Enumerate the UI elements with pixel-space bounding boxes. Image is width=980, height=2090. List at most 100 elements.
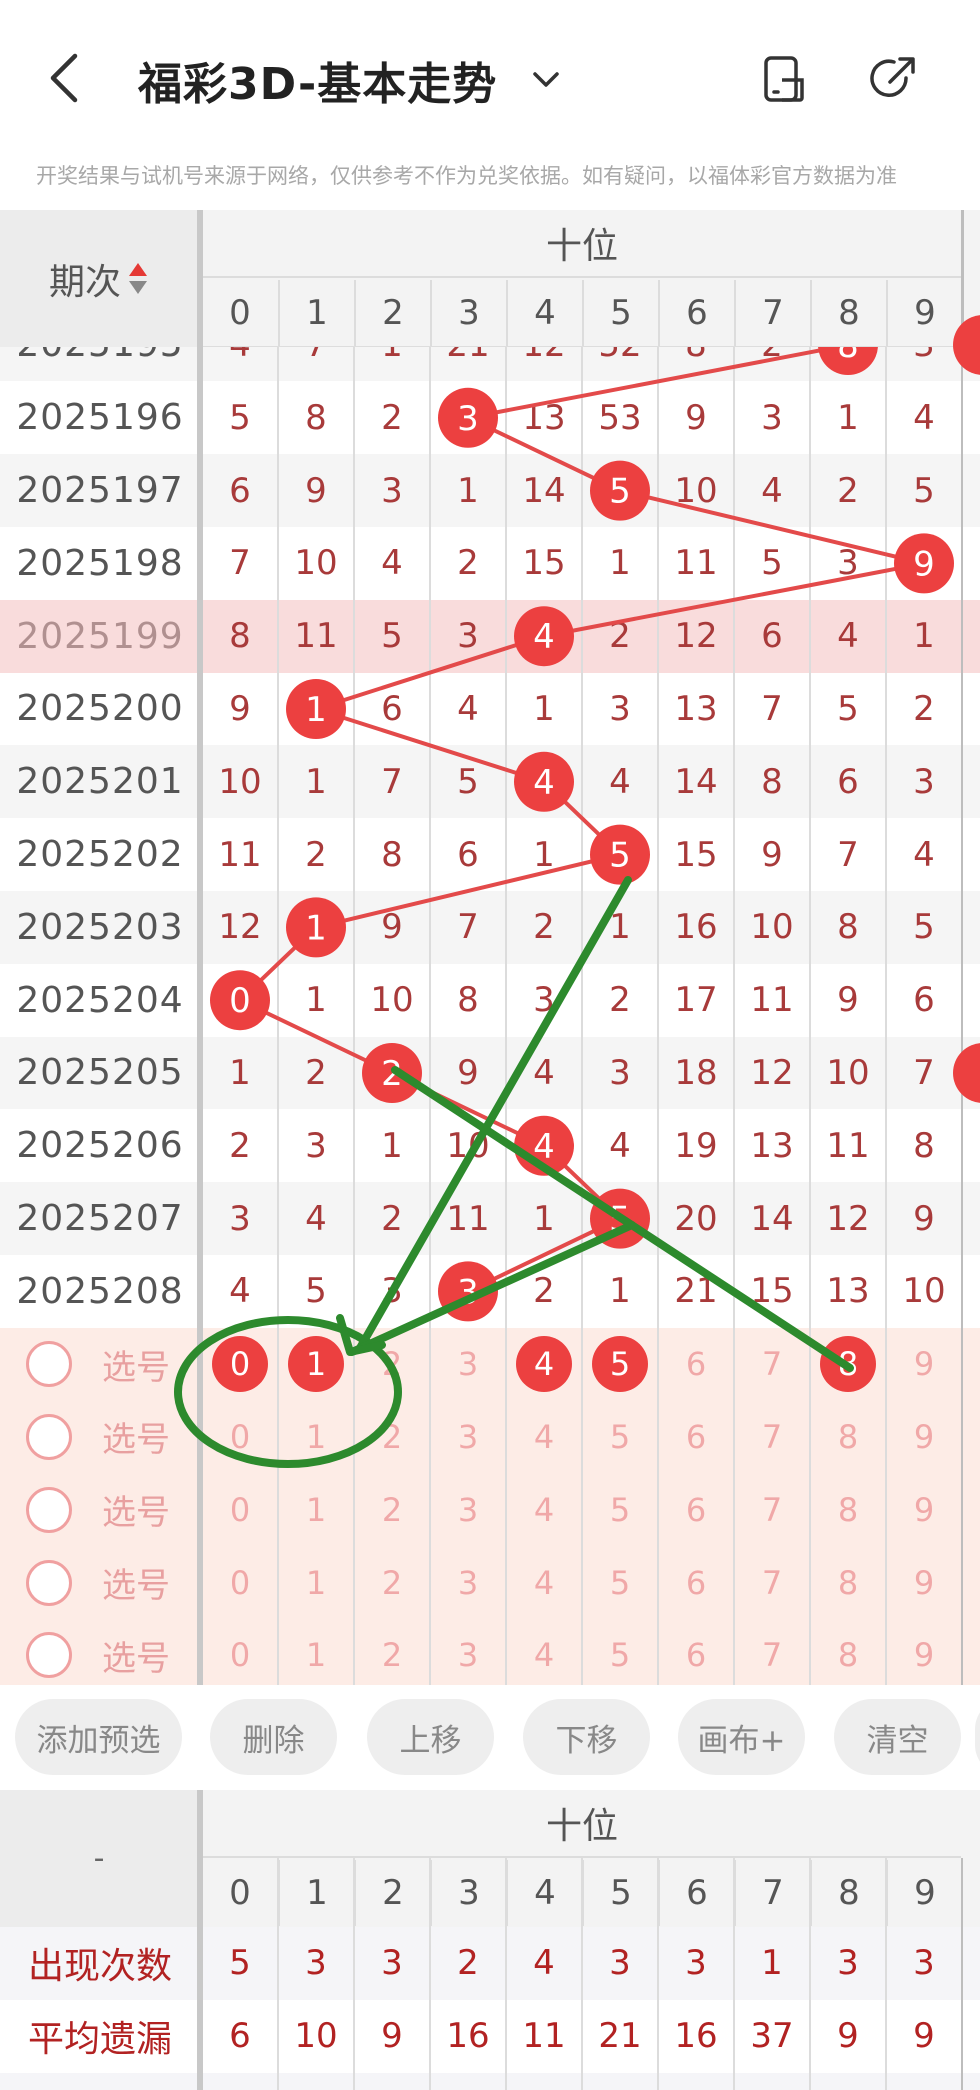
miss-count: 6	[837, 761, 859, 802]
miss-count: 5	[381, 616, 403, 657]
select-label: 选号	[102, 1493, 170, 1534]
miss-count: 3	[837, 543, 859, 584]
miss-count: 2	[305, 834, 327, 875]
select-digit[interactable]: 7	[734, 1546, 810, 1619]
select-digit[interactable]: 7	[734, 1473, 810, 1546]
select-digit[interactable]: 6	[658, 1473, 734, 1546]
stats-value: 3	[609, 1943, 631, 1984]
canvas-plus-button[interactable]: 画布+	[678, 1699, 805, 1775]
miss-count: 4	[609, 1125, 631, 1166]
table-row: 2025197 6 9 3 1 14 10 4 2 5	[0, 454, 980, 527]
select-digit[interactable]: 5	[582, 1619, 658, 1685]
select-digit[interactable]: 8	[810, 1473, 886, 1546]
select-digit[interactable]: 6	[658, 1401, 734, 1474]
select-digit[interactable]: 9	[886, 1401, 962, 1474]
stats-value: 2	[457, 1943, 479, 1984]
share-icon	[870, 57, 915, 97]
select-digit[interactable]: 2	[354, 1401, 430, 1474]
stats-digit-header: 4	[506, 1860, 582, 1926]
select-digit[interactable]: 1	[278, 1401, 354, 1474]
share-button[interactable]	[868, 54, 918, 104]
select-digit[interactable]: 7	[734, 1328, 810, 1401]
select-digit[interactable]: 5	[582, 1401, 658, 1474]
move-up-button[interactable]: 上移	[367, 1699, 494, 1775]
table-row: 2025201 10 1 7 5 4 14 8 6 3	[0, 745, 980, 819]
select-digit[interactable]: 1	[278, 1619, 354, 1685]
miss-count: 8	[381, 834, 403, 875]
stats-value: 4	[533, 1943, 555, 1984]
select-digit[interactable]: 4	[506, 1473, 582, 1546]
select-digit[interactable]: 4	[506, 1401, 582, 1474]
select-digit[interactable]: 0	[202, 1473, 278, 1546]
select-digit[interactable]: 5	[582, 1546, 658, 1619]
select-digit[interactable]: 9	[886, 1546, 962, 1619]
back-button[interactable]	[45, 48, 95, 108]
layout-button[interactable]	[758, 54, 808, 104]
select-digit[interactable]: 6	[658, 1546, 734, 1619]
sort-icon	[127, 261, 149, 297]
select-digit[interactable]: 8	[810, 1546, 886, 1619]
select-digit[interactable]: 8	[810, 1619, 886, 1685]
stats-value: 9	[837, 2016, 859, 2057]
clear-button[interactable]: 清空	[834, 1699, 961, 1775]
table-row: 2025206 2 3 1 10 4 19 13 11 8	[0, 1109, 980, 1183]
select-digit[interactable]: 5	[582, 1473, 658, 1546]
select-digit[interactable]: 1	[278, 1473, 354, 1546]
title-dropdown[interactable]: 福彩3D-基本走势	[138, 48, 565, 112]
select-digit[interactable]: 6	[658, 1619, 734, 1685]
select-digit[interactable]: 7	[734, 1619, 810, 1685]
select-digit[interactable]: 3	[430, 1328, 506, 1401]
select-digit[interactable]: 3	[430, 1473, 506, 1546]
miss-count: 4	[913, 397, 935, 438]
selected-digit-ball[interactable]: 1	[288, 1336, 344, 1393]
selected-digit-ball[interactable]: 4	[516, 1336, 572, 1393]
select-digit[interactable]: 4	[506, 1619, 582, 1685]
select-digit[interactable]: 3	[430, 1619, 506, 1685]
select-digit[interactable]: 2	[354, 1619, 430, 1685]
stats-value	[354, 2073, 430, 2090]
miss-count: 10	[750, 907, 794, 948]
select-radio[interactable]	[26, 1486, 72, 1533]
move-down-button[interactable]: 下移	[523, 1699, 650, 1775]
select-digit[interactable]: 6	[658, 1328, 734, 1401]
delete-button[interactable]: 删除	[210, 1699, 337, 1775]
select-digit[interactable]: 2	[354, 1546, 430, 1619]
select-digit[interactable]: 2	[354, 1328, 430, 1401]
select-radio[interactable]	[26, 1413, 72, 1460]
select-digit[interactable]: 8	[810, 1401, 886, 1474]
period-label: 2025208	[16, 1270, 184, 1312]
select-digit[interactable]: 9	[886, 1619, 962, 1685]
column-divider	[277, 210, 279, 1685]
select-digit[interactable]: 9	[886, 1473, 962, 1546]
more-button[interactable]	[975, 1699, 980, 1775]
select-digit[interactable]: 7	[734, 1401, 810, 1474]
select-digit[interactable]: 3	[430, 1546, 506, 1619]
table-row: 2025202 11 2 8 6 1 15 9 7 4	[0, 818, 980, 891]
select-radio[interactable]	[26, 1632, 72, 1679]
selected-digit-ball[interactable]: 5	[592, 1336, 648, 1393]
miss-count: 7	[457, 907, 479, 948]
period-sort-header[interactable]: 期次	[0, 210, 198, 347]
miss-count: 15	[522, 543, 566, 584]
stats-column-divider	[657, 1858, 659, 2090]
column-divider	[885, 210, 887, 1685]
selected-digit-ball[interactable]: 8	[820, 1336, 876, 1393]
selected-digit-ball[interactable]: 0	[212, 1336, 268, 1393]
miss-count: 3	[457, 616, 479, 657]
select-digit[interactable]: 1	[278, 1546, 354, 1619]
select-digit[interactable]: 0	[202, 1619, 278, 1685]
select-digit[interactable]: 9	[886, 1328, 962, 1401]
miss-count: 8	[305, 397, 327, 438]
select-radio[interactable]	[26, 1341, 72, 1388]
select-digit[interactable]: 2	[354, 1473, 430, 1546]
miss-count: 3	[229, 1198, 251, 1239]
select-digit[interactable]: 4	[506, 1546, 582, 1619]
miss-count: 10	[446, 1125, 490, 1166]
miss-count: 3	[381, 1271, 403, 1312]
select-digit[interactable]: 0	[202, 1546, 278, 1619]
period-label: 2025196	[16, 397, 184, 439]
add-preselect-button[interactable]: 添加预选	[15, 1699, 182, 1775]
select-digit[interactable]: 3	[430, 1401, 506, 1474]
select-digit[interactable]: 0	[202, 1401, 278, 1474]
select-radio[interactable]	[26, 1559, 72, 1606]
